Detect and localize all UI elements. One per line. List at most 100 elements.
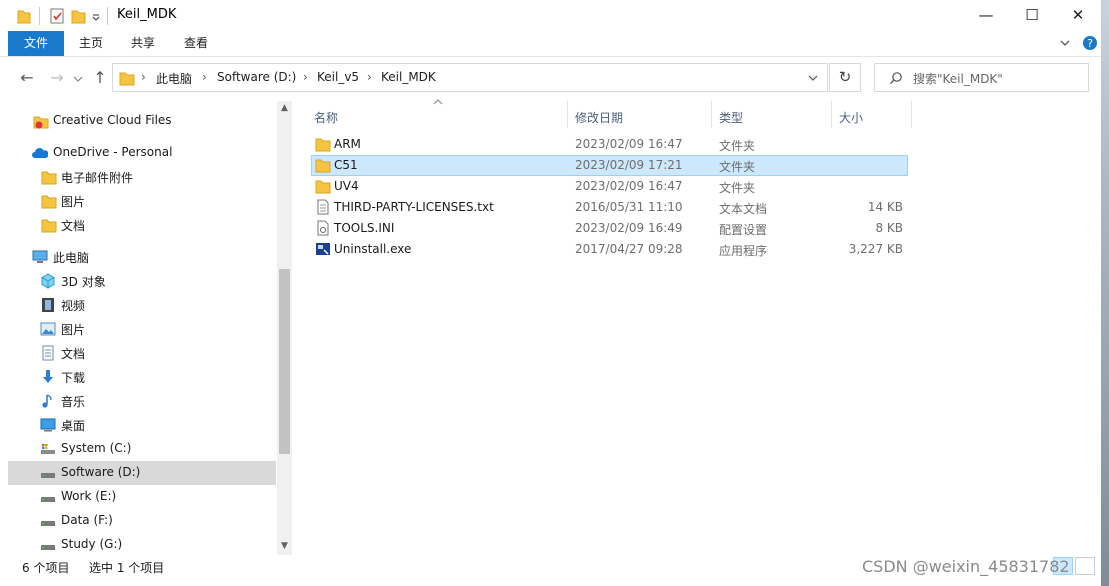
file-name: ARM — [334, 137, 361, 151]
nav-item-onedrive-documents[interactable]: 文档 — [8, 213, 276, 237]
selection-count: 选中 1 个项目 — [89, 561, 165, 575]
nav-label: Work (E:) — [61, 489, 117, 503]
back-button[interactable]: ← — [17, 68, 37, 88]
breadcrumb-separator: › — [367, 70, 372, 84]
folder-icon — [315, 138, 331, 152]
column-divider[interactable] — [567, 101, 568, 128]
download-icon — [43, 370, 53, 383]
file-row-third-party-licenses[interactable]: THIRD-PARTY-LICENSES.txt 2016/05/31 11:1… — [311, 197, 908, 218]
maximize-button[interactable]: ☐ — [1009, 0, 1055, 31]
scrollbar-thumb[interactable] — [279, 269, 290, 454]
file-list: 名称 修改日期 类型 大小 ARM 2023/02/09 16:47 文件夹 C… — [292, 99, 1101, 555]
system-drive-icon — [41, 444, 55, 454]
nav-label: 电子邮件附件 — [61, 171, 134, 185]
nav-item-documents[interactable]: 文档 — [8, 341, 276, 365]
search-input[interactable]: 搜索"Keil_MDK" — [913, 70, 1003, 87]
nav-item-downloads[interactable]: 下载 — [8, 365, 276, 389]
tab-home[interactable]: 主页 — [66, 31, 116, 56]
file-row-uninstall-exe[interactable]: Uninstall.exe 2017/04/27 09:28 应用程序 3,22… — [311, 239, 908, 260]
column-divider[interactable] — [831, 101, 832, 128]
file-date: 2023/02/09 16:47 — [575, 137, 683, 151]
file-date: 2023/02/09 16:49 — [575, 221, 683, 235]
nav-item-pictures[interactable]: 图片 — [8, 317, 276, 341]
nav-item-study-g[interactable]: Study (G:) — [8, 533, 276, 557]
nav-label: Creative Cloud Files — [53, 113, 172, 127]
pictures-icon — [40, 322, 56, 336]
chevron-down-icon[interactable] — [91, 7, 101, 25]
folder-icon — [315, 180, 331, 194]
nav-item-creative-cloud[interactable]: Creative Cloud Files — [8, 109, 276, 133]
file-date: 2017/04/27 09:28 — [575, 242, 683, 256]
file-type: 文本文档 — [719, 202, 768, 216]
folder-icon — [41, 219, 57, 233]
toolbar-divider — [39, 7, 40, 25]
column-divider[interactable] — [711, 101, 712, 128]
nav-item-system-c[interactable]: System (C:) — [8, 437, 276, 461]
search-box[interactable]: 搜索"Keil_MDK" — [874, 63, 1089, 92]
scroll-up-icon[interactable]: ▲ — [277, 103, 292, 113]
column-divider[interactable] — [911, 101, 912, 128]
tab-share[interactable]: 共享 — [118, 31, 168, 56]
nav-item-3d-objects[interactable]: 3D 对象 — [8, 269, 276, 293]
tab-file[interactable]: 文件 — [8, 31, 64, 56]
breadcrumb-this-pc[interactable]: 此电脑 — [156, 70, 192, 87]
nav-item-this-pc[interactable]: 此电脑 — [8, 245, 276, 269]
forward-button[interactable]: → — [47, 68, 67, 88]
file-type: 文件夹 — [719, 181, 756, 195]
nav-item-software-d[interactable]: Software (D:) — [8, 461, 276, 485]
folder-icon — [41, 195, 57, 209]
file-type: 配置设置 — [719, 223, 768, 237]
nav-item-videos[interactable]: 视频 — [8, 293, 276, 317]
search-icon — [890, 72, 902, 84]
file-size: 8 KB — [875, 221, 903, 235]
properties-icon[interactable] — [49, 7, 65, 25]
tab-view[interactable]: 查看 — [170, 31, 222, 56]
scroll-down-icon[interactable]: ▼ — [277, 541, 292, 551]
column-header-type[interactable]: 类型 — [719, 109, 743, 126]
file-row-arm[interactable]: ARM 2023/02/09 16:47 文件夹 — [311, 134, 908, 155]
nav-scrollbar[interactable]: ▲ ▼ — [277, 101, 292, 556]
large-icons-view-button[interactable] — [1075, 557, 1095, 575]
file-name: C51 — [334, 158, 358, 172]
folder-icon — [41, 171, 57, 185]
recent-locations-icon[interactable] — [73, 74, 83, 84]
nav-item-data-f[interactable]: Data (F:) — [8, 509, 276, 533]
folder-icon[interactable] — [17, 7, 31, 25]
item-count: 6 个项目 — [22, 561, 70, 575]
column-header-name[interactable]: 名称 — [314, 109, 338, 126]
file-name: Uninstall.exe — [334, 242, 412, 256]
file-row-c51[interactable]: C51 2023/02/09 17:21 文件夹 — [311, 155, 908, 176]
nav-label: Data (F:) — [61, 513, 113, 527]
nav-item-onedrive[interactable]: OneDrive - Personal — [8, 141, 276, 165]
nav-label: 文档 — [61, 347, 86, 361]
nav-label: OneDrive - Personal — [53, 145, 173, 159]
refresh-button[interactable]: ↻ — [829, 63, 861, 92]
column-header-date[interactable]: 修改日期 — [575, 109, 623, 126]
close-button[interactable]: ✕ — [1055, 0, 1101, 31]
address-bar[interactable]: › 此电脑 › Software (D:) › Keil_v5 › Keil_M… — [112, 63, 828, 92]
new-folder-icon[interactable] — [71, 7, 87, 25]
help-icon[interactable]: ? — [1082, 35, 1098, 51]
breadcrumb-software-d[interactable]: Software (D:) — [217, 70, 296, 84]
file-row-tools-ini[interactable]: TOOLS.INI 2023/02/09 16:49 配置设置 8 KB — [311, 218, 908, 239]
music-icon — [42, 394, 52, 408]
nav-item-email-attachments[interactable]: 电子邮件附件 — [8, 165, 276, 189]
nav-item-work-e[interactable]: Work (E:) — [8, 485, 276, 509]
file-date: 2016/05/31 11:10 — [575, 200, 683, 214]
folder-icon — [119, 72, 135, 86]
nav-item-music[interactable]: 音乐 — [8, 389, 276, 413]
chevron-down-icon[interactable] — [1059, 37, 1071, 49]
minimize-button[interactable]: — — [963, 0, 1009, 31]
documents-icon — [42, 345, 54, 361]
file-row-uv4[interactable]: UV4 2023/02/09 16:47 文件夹 — [311, 176, 908, 197]
drive-icon — [41, 497, 55, 502]
column-header-size[interactable]: 大小 — [839, 109, 863, 126]
nav-item-desktop[interactable]: 桌面 — [8, 413, 276, 437]
chevron-down-icon[interactable] — [807, 73, 819, 83]
nav-item-onedrive-pictures[interactable]: 图片 — [8, 189, 276, 213]
text-file-icon — [317, 199, 329, 215]
nav-label: 图片 — [61, 323, 86, 337]
breadcrumb-keil-v5[interactable]: Keil_v5 — [317, 70, 359, 84]
up-button[interactable]: ↑ — [90, 68, 110, 88]
breadcrumb-keil-mdk[interactable]: Keil_MDK — [381, 70, 436, 84]
